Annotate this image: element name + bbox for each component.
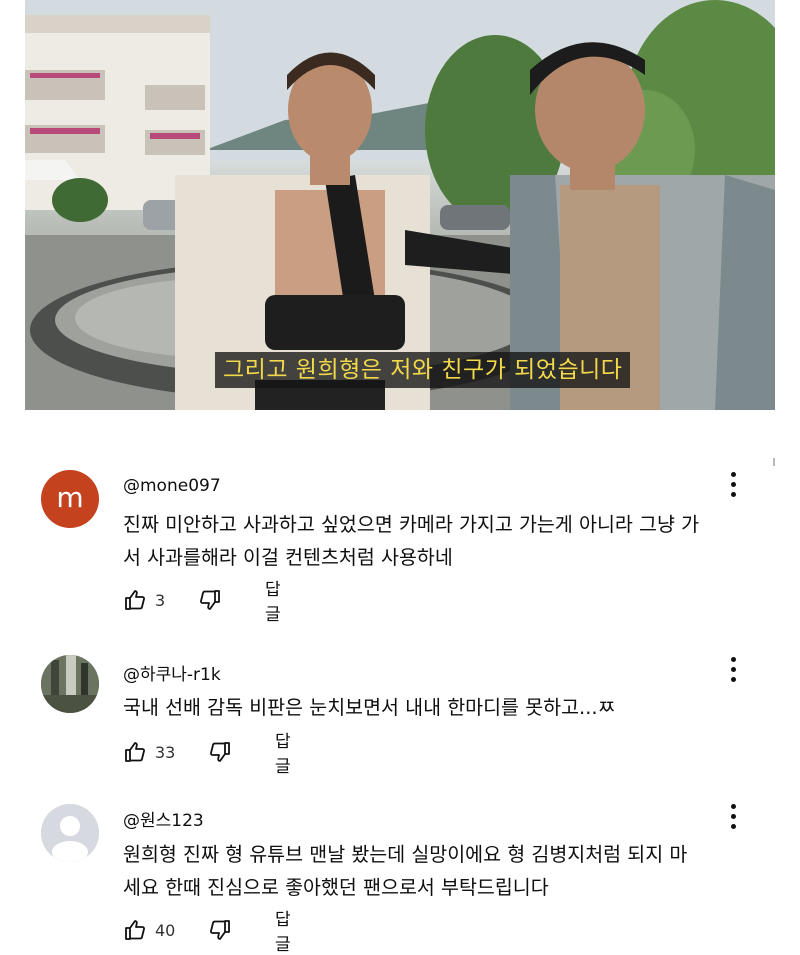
avatar-photo [41,655,99,713]
thumbs-down-icon [210,920,230,940]
comment-text-line: 진짜 미안하고 사과하고 싶었으면 카메라 가지고 가는게 아니라 그냥 가 [123,513,700,536]
comment-text: 진짜 미안하고 사과하고 싶었으면 카메라 가지고 가는게 아니라 그냥 가 서… [123,508,763,574]
reply-button[interactable]: 답글 [265,580,281,625]
like-button[interactable]: 40 [123,915,175,945]
video-subtitle: 그리고 원희형은 저와 친구가 되었습니다 [215,352,631,388]
like-button[interactable]: 3 [123,585,165,615]
comment-author[interactable]: @하쿠나-r1k [123,660,221,685]
comment: @하쿠나-r1k 국내 선배 감독 비판은 눈치보면서 내내 한마디를 못하고.… [0,655,800,777]
thumbs-up-icon [125,742,145,762]
person-icon [41,804,99,862]
comment-text-line: 국내 선배 감독 비판은 눈치보면서 내내 한마디를 못하고...ㅉ [123,696,616,719]
avatar[interactable] [41,655,99,713]
scroll-indicator [773,458,775,466]
dislike-button[interactable] [208,915,232,945]
avatar[interactable]: m [41,470,99,528]
comment-text-line: 원희형 진짜 형 유튜브 맨날 봤는데 실망이에요 형 김병지처럼 되지 마 [123,843,688,866]
dislike-button[interactable] [208,737,232,767]
like-count: 40 [155,920,176,940]
like-count: 3 [155,590,166,610]
avatar[interactable] [41,804,99,862]
comment: @원스123 원희형 진짜 형 유튜브 맨날 봤는데 실망이에요 형 김병지처럼… [0,802,800,955]
thumbs-up-icon [125,920,145,940]
like-button[interactable]: 33 [123,737,175,767]
like-count: 33 [155,742,176,762]
video-scene [25,0,775,410]
video-frame[interactable]: 그리고 원희형은 저와 친구가 되었습니다 [25,0,775,410]
reply-button[interactable]: 답글 [275,732,291,777]
comment: m @mone097 진짜 미안하고 사과하고 싶었으면 카메라 가지고 가는게… [0,470,800,625]
more-vert-icon[interactable] [726,472,740,500]
dislike-button[interactable] [198,585,222,615]
comment-author[interactable]: @원스123 [123,806,204,831]
thumbs-down-icon [210,742,230,762]
comment-text: 원희형 진짜 형 유튜브 맨날 봤는데 실망이에요 형 김병지처럼 되지 마 세… [123,838,763,904]
comment-text-line: 세요 한때 진심으로 좋아했던 팬으로서 부탁드립니다 [123,876,549,899]
comment-author[interactable]: @mone097 [123,476,221,496]
thumbs-up-icon [125,590,145,610]
comment-text: 국내 선배 감독 비판은 눈치보면서 내내 한마디를 못하고...ㅉ [123,691,763,724]
thumbs-down-icon [200,590,220,610]
more-vert-icon[interactable] [726,804,740,832]
comment-text-line: 서 사과를해라 이걸 컨텐츠처럼 사용하네 [123,546,453,569]
reply-button[interactable]: 답글 [275,910,291,955]
more-vert-icon[interactable] [726,657,740,685]
